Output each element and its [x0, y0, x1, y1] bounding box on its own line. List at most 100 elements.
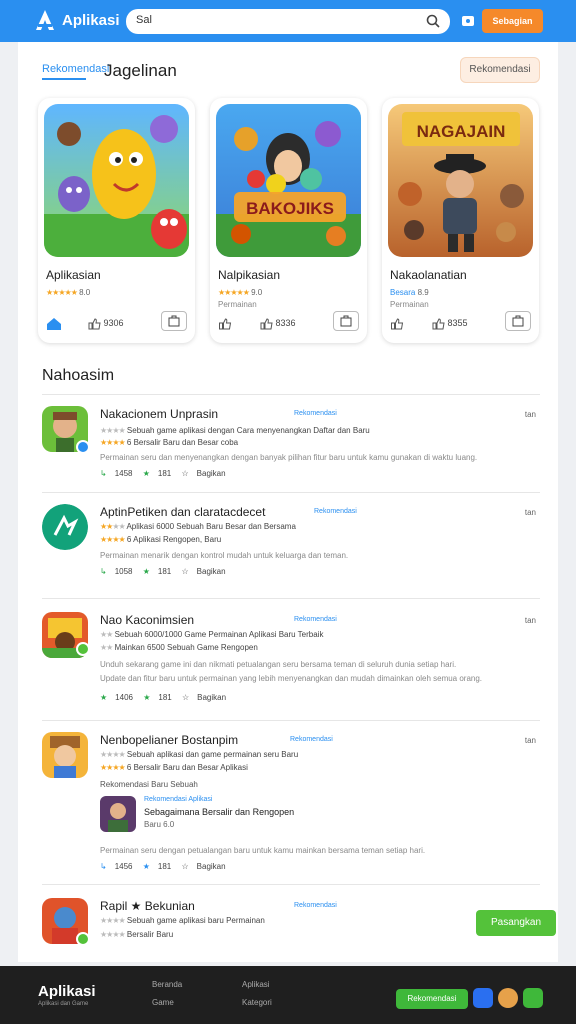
list-item-title[interactable]: Nenbopelianer Bostanpim — [100, 733, 238, 747]
avatar[interactable] — [498, 988, 518, 1008]
list-item-line: ★★★★ Aplikasi 6000 Sebuah Baru Besar dan… — [100, 522, 296, 531]
install-button[interactable]: Pasangkan — [476, 910, 556, 936]
like-icon[interactable]: ★ — [100, 693, 107, 702]
like-icon[interactable]: ↳ — [100, 862, 107, 871]
save-button[interactable] — [161, 311, 187, 331]
star-icon[interactable]: ★ — [143, 862, 150, 871]
list-item-title[interactable]: AptinPetiken dan claratacdecet — [100, 505, 265, 519]
star-count: 181 — [157, 567, 172, 576]
list-item-meta: tan — [524, 508, 536, 517]
featured-card-image[interactable]: BAKOJIKS — [216, 104, 361, 257]
like-button[interactable]: 8336 — [260, 313, 296, 333]
share-icon[interactable]: ☆ — [182, 693, 189, 702]
featured-card-title[interactable]: Nakaolanatian — [390, 268, 467, 282]
share-button[interactable]: Bagikan — [197, 567, 226, 576]
brand-name[interactable]: Aplikasi — [62, 12, 120, 29]
verified-badge-icon — [76, 440, 90, 454]
list-section-title: Nahoasim — [42, 367, 115, 384]
list-item-title[interactable]: Nakacionem Unprasin — [100, 407, 218, 421]
rating-score: 8.0 — [79, 288, 91, 297]
app-icon[interactable] — [42, 504, 88, 550]
list-item-title[interactable]: Nao Kaconimsien — [100, 613, 194, 627]
list-item-actions: ★ 1406 ★ 181 ☆ Bagikan — [100, 693, 234, 702]
list-item-title[interactable]: Rapil ★ Bekunian — [100, 899, 195, 913]
app-icon[interactable] — [42, 732, 88, 778]
featured-card-actions: 8355 — [382, 311, 539, 337]
featured-card-category: Permainan — [390, 300, 429, 309]
footer-link-home[interactable]: Beranda — [152, 980, 182, 989]
list-item-actions: ↳ 1058 ★ 181 ☆ Bagikan — [100, 567, 234, 576]
rating-label: Besara — [390, 288, 416, 297]
share-icon[interactable]: ☆ — [182, 469, 189, 478]
footer-tagline: Aplikasi dan Game — [38, 1001, 89, 1007]
save-button[interactable] — [333, 311, 359, 331]
rating-score: 9.0 — [251, 288, 263, 297]
search-bar[interactable]: Sal — [126, 9, 450, 34]
home-icon[interactable] — [46, 313, 62, 333]
tab-underline — [42, 78, 86, 80]
app-logo-icon[interactable] — [34, 8, 56, 32]
like-button[interactable]: 8355 — [432, 313, 468, 333]
star-count: 181 — [157, 862, 172, 871]
sub-app-title[interactable]: Sebagaimana Bersalir dan Rengopen — [144, 807, 294, 817]
cart-icon[interactable] — [461, 13, 475, 27]
rating-stars: ★★★★★ — [218, 288, 250, 297]
like-icon[interactable]: ↳ — [100, 567, 107, 576]
chat-icon[interactable] — [523, 988, 543, 1008]
list-item-description: Permainan menarik dengan kontrol mudah u… — [100, 551, 349, 560]
footer-logo[interactable]: Aplikasi — [38, 983, 96, 1000]
list-item[interactable]: AptinPetiken dan claratacdecet Rekomenda… — [42, 504, 540, 594]
like-button[interactable]: 9306 — [88, 313, 124, 333]
list-item[interactable]: Nakacionem Unprasin Rekomendasi tan ★★★★… — [42, 406, 540, 486]
list-item-tag: Rekomendasi — [290, 736, 333, 743]
save-button[interactable] — [505, 311, 531, 331]
list-item-meta: tan — [524, 736, 536, 745]
footer-link-game[interactable]: Game — [152, 998, 174, 1007]
featured-card-image[interactable]: NAGAJAIN — [388, 104, 533, 257]
list-item-rating: ★★★★ 6 Bersalir Baru dan Besar Aplikasi — [100, 763, 248, 772]
game-art-title: NAGAJAIN — [417, 122, 506, 141]
sub-app-preview[interactable]: Rekomendasi Aplikasi Sebagaimana Bersali… — [100, 796, 500, 836]
tab-recommended[interactable]: Rekomendasi — [42, 63, 109, 75]
rating-stars: ★★★★★ — [46, 288, 78, 297]
featured-see-all-button[interactable]: Rekomendasi — [460, 57, 540, 83]
list-item-rating: ★★ Mainkan 6500 Sebuah Game Rengopen — [100, 643, 258, 652]
share-button[interactable]: Bagikan — [197, 469, 226, 478]
thumbs-up-icon[interactable] — [390, 313, 404, 333]
featured-card-title[interactable]: Aplikasian — [46, 268, 101, 282]
social-icon[interactable] — [473, 988, 493, 1008]
list-item[interactable]: Nenbopelianer Bostanpim Rekomendasi tan … — [42, 732, 540, 872]
share-icon[interactable]: ☆ — [182, 567, 189, 576]
share-icon[interactable]: ☆ — [182, 862, 189, 871]
search-icon[interactable] — [426, 14, 440, 28]
verified-badge-icon — [76, 642, 90, 656]
list-item-rating: ★★★★ Bersalir Baru — [100, 930, 174, 939]
like-count: 9306 — [103, 318, 124, 328]
list-item[interactable]: Rapil ★ Bekunian Rekomendasi ★★★★ Sebuah… — [42, 898, 556, 958]
featured-card-image[interactable] — [44, 104, 189, 257]
share-button[interactable]: Bagikan — [197, 693, 226, 702]
share-button[interactable]: Bagikan — [197, 862, 226, 871]
featured-card[interactable]: NAGAJAIN Nakaolanatian Besara 8.9 Permai… — [382, 98, 539, 343]
star-icon[interactable]: ★ — [143, 693, 150, 702]
featured-card-title[interactable]: Nalpikasian — [218, 268, 280, 282]
search-input[interactable]: Sal — [136, 14, 152, 26]
list-item-description: Permainan seru dengan petualangan baru u… — [100, 846, 426, 855]
like-count: 8355 — [447, 318, 468, 328]
list-item-line: ★★★★ Sebuah game aplikasi baru Permainan — [100, 916, 265, 925]
featured-card[interactable]: Aplikasian ★★★★★ 8.0 9306 — [38, 98, 195, 343]
featured-card[interactable]: BAKOJIKS Nalpikasian ★★★★★ 9.0 Permainan… — [210, 98, 367, 343]
sub-app-icon[interactable] — [100, 796, 136, 832]
list-item-actions: ↳ 1456 ★ 181 ☆ Bagikan — [100, 862, 234, 871]
like-count: 8336 — [275, 318, 296, 328]
thumbs-up-icon[interactable] — [218, 313, 232, 333]
footer-cta-button[interactable]: Rekomendasi — [396, 989, 468, 1009]
star-icon[interactable]: ★ — [143, 469, 150, 478]
star-icon[interactable]: ★ — [143, 567, 150, 576]
like-icon[interactable]: ↳ — [100, 469, 107, 478]
header-cta-button[interactable]: Sebagian — [482, 9, 543, 33]
list-item[interactable]: Nao Kaconimsien Rekomendasi tan ★★ Sebua… — [42, 612, 540, 712]
footer-link-apps[interactable]: Aplikasi — [242, 980, 270, 989]
footer-link-categories[interactable]: Kategori — [242, 998, 272, 1007]
star-count: 181 — [158, 693, 172, 702]
